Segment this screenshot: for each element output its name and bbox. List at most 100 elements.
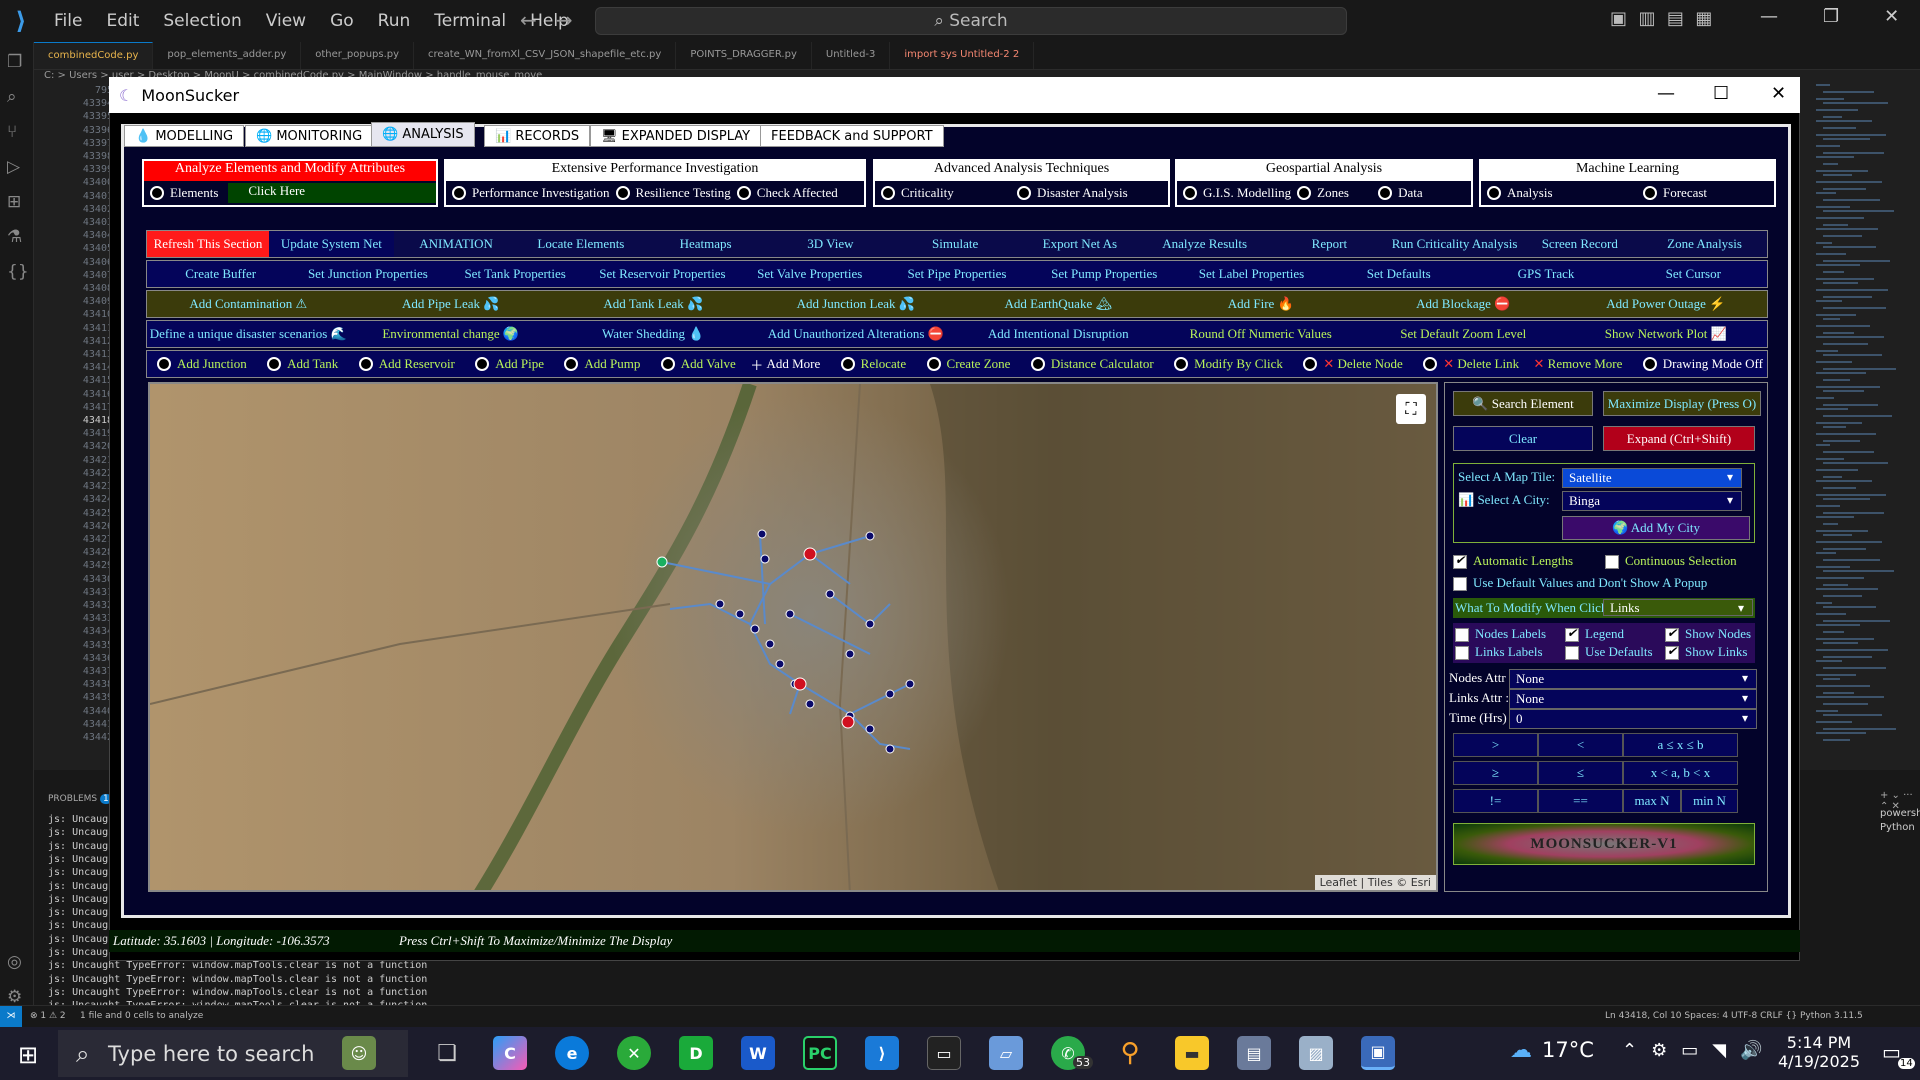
- set-junction-properties-button[interactable]: Set Junction Properties: [294, 266, 441, 282]
- source-control-icon[interactable]: ⑂: [7, 122, 17, 142]
- zone-analysis-button[interactable]: Zone Analysis: [1642, 236, 1767, 252]
- drawing-mode-toggle[interactable]: Drawing Mode Off: [1637, 356, 1763, 372]
- check-affected-radio[interactable]: [736, 186, 751, 200]
- notes-app-icon[interactable]: ▱: [989, 1036, 1023, 1070]
- op-outside[interactable]: x < a, b < x: [1623, 761, 1738, 785]
- op-max-n[interactable]: max N: [1623, 789, 1681, 813]
- xbox-icon[interactable]: ✕: [617, 1036, 651, 1070]
- terminal-list-item[interactable]: powershell: [1880, 808, 1920, 819]
- elements-radio[interactable]: [150, 186, 164, 200]
- editor-tab[interactable]: other_popups.py: [301, 42, 415, 69]
- op-lte[interactable]: ≤: [1538, 761, 1623, 785]
- terminal-list-item[interactable]: Python: [1880, 822, 1915, 833]
- menu-run[interactable]: Run: [366, 11, 423, 31]
- satellite-map[interactable]: ⛶ Leaflet | Tiles © Esri: [148, 382, 1438, 892]
- editor-tab[interactable]: combinedCode.py: [34, 42, 154, 69]
- add-tank-leak-button[interactable]: Add Tank Leak 💦: [552, 296, 755, 312]
- tab-records[interactable]: 📊 RECORDS: [484, 125, 591, 147]
- moonsucker-taskbar-icon[interactable]: ▣: [1361, 1036, 1395, 1070]
- tab-monitoring[interactable]: 🌐 MONITORING: [245, 125, 374, 147]
- file-explorer-icon[interactable]: ▬: [1175, 1036, 1209, 1070]
- close-icon[interactable]: ✕: [1884, 6, 1899, 27]
- create-zone-radio[interactable]: Create Zone: [921, 356, 1010, 372]
- delete-link-radio[interactable]: ✕ Delete Link: [1417, 356, 1519, 372]
- explorer-icon[interactable]: ❐: [7, 52, 22, 72]
- op-between[interactable]: a ≤ x ≤ b: [1623, 733, 1738, 757]
- weather-temp[interactable]: 17°C: [1542, 1038, 1594, 1062]
- remote-icon[interactable]: ⋊: [0, 1006, 22, 1027]
- environmental-change-button[interactable]: Environmental change 🌍: [350, 326, 553, 342]
- search-tool-icon[interactable]: ⚲: [1113, 1036, 1147, 1070]
- map-canvas[interactable]: [150, 384, 1438, 892]
- round-off-button[interactable]: Round Off Numeric Values: [1160, 326, 1363, 342]
- city-select[interactable]: Binga: [1562, 491, 1742, 511]
- distance-calculator-radio[interactable]: Distance Calculator: [1025, 356, 1154, 372]
- gps-track-button[interactable]: GPS Track: [1472, 266, 1619, 282]
- remove-more-button[interactable]: ✕ Remove More: [1534, 356, 1623, 372]
- window-controls[interactable]: — ❐ ✕: [1760, 6, 1899, 27]
- restore-icon[interactable]: ❐: [1823, 6, 1839, 27]
- menu-view[interactable]: View: [254, 11, 318, 31]
- create-buffer-button[interactable]: Create Buffer: [147, 266, 294, 282]
- nav-arrows[interactable]: ← →: [520, 8, 573, 32]
- word-icon[interactable]: W: [741, 1036, 775, 1070]
- add-pipe-leak-button[interactable]: Add Pipe Leak 💦: [350, 296, 553, 312]
- animation-button[interactable]: ANIMATION: [394, 236, 519, 252]
- water-shedding-button[interactable]: Water Shedding 💧: [552, 326, 755, 342]
- default-zoom-button[interactable]: Set Default Zoom Level: [1362, 326, 1565, 342]
- layout-toggle-icons[interactable]: ▣ ▥ ▤ ▦: [1610, 8, 1712, 29]
- unauthorized-alterations-button[interactable]: Add Unauthorized Alterations ⛔: [755, 326, 958, 342]
- tab-expanded-display[interactable]: 🖥 EXPANDED DISPLAY: [590, 125, 762, 147]
- performance-radio[interactable]: [452, 186, 466, 200]
- testing-icon[interactable]: ⚗: [7, 227, 22, 247]
- add-earthquake-button[interactable]: Add EarthQuake 🏔: [957, 296, 1160, 312]
- links-attr-select[interactable]: None: [1509, 689, 1757, 709]
- set-pipe-properties-button[interactable]: Set Pipe Properties: [883, 266, 1030, 282]
- cortana-mascot-icon[interactable]: ☺: [342, 1036, 376, 1070]
- add-tank-radio[interactable]: Add Tank: [261, 356, 338, 372]
- set-defaults-button[interactable]: Set Defaults: [1325, 266, 1472, 282]
- show-network-plot-button[interactable]: Show Network Plot 📈: [1565, 326, 1768, 342]
- gis-radio[interactable]: [1183, 186, 1197, 200]
- ml-analysis-radio[interactable]: [1487, 186, 1501, 200]
- extensions-icon[interactable]: ⊞: [7, 192, 21, 212]
- disaster-radio[interactable]: [1017, 186, 1031, 200]
- app-maximize-icon[interactable]: ☐: [1713, 83, 1729, 104]
- edge-icon[interactable]: e: [555, 1036, 589, 1070]
- use-default-checkbox[interactable]: Use Default Values and Don't Show A Popu…: [1453, 575, 1707, 592]
- op-gt[interactable]: >: [1453, 733, 1538, 757]
- status-right[interactable]: Ln 43418, Col 10 Spaces: 4 UTF-8 CRLF {}…: [1605, 1011, 1863, 1021]
- add-valve-radio[interactable]: Add Valve: [655, 356, 736, 372]
- forecast-radio[interactable]: [1643, 186, 1657, 200]
- set-valve-properties-button[interactable]: Set Valve Properties: [736, 266, 883, 282]
- set-label-properties-button[interactable]: Set Label Properties: [1178, 266, 1325, 282]
- network-tank[interactable]: [656, 556, 668, 568]
- menu-edit[interactable]: Edit: [94, 11, 151, 31]
- set-reservoir-properties-button[interactable]: Set Reservoir Properties: [589, 266, 736, 282]
- set-tank-properties-button[interactable]: Set Tank Properties: [442, 266, 589, 282]
- menu-terminal[interactable]: Terminal: [422, 11, 518, 31]
- map-attribution[interactable]: Leaflet | Tiles © Esri: [1314, 875, 1436, 890]
- search-element-button[interactable]: 🔍 Search Element: [1453, 391, 1593, 416]
- tab-analysis[interactable]: 🌐 ANALYSIS: [371, 122, 475, 147]
- run-debug-icon[interactable]: ▷: [7, 157, 20, 177]
- add-blockage-button[interactable]: Add Blockage ⛔: [1362, 296, 1565, 312]
- data-radio[interactable]: [1378, 186, 1393, 200]
- op-lt[interactable]: <: [1538, 733, 1623, 757]
- nodes-labels-checkbox[interactable]: Nodes Labels: [1455, 626, 1546, 643]
- task-view-icon[interactable]: ❏: [430, 1036, 464, 1070]
- op-eq[interactable]: ==: [1538, 789, 1623, 813]
- add-more-button[interactable]: ＋ Add More: [750, 355, 820, 374]
- add-reservoir-radio[interactable]: Add Reservoir: [353, 356, 455, 372]
- map-tile-select[interactable]: Satellite: [1562, 468, 1742, 488]
- clock[interactable]: 5:14 PM 4/19/2025: [1774, 1033, 1864, 1071]
- add-junction-leak-button[interactable]: Add Junction Leak 💦: [755, 296, 958, 312]
- menu-go[interactable]: Go: [318, 11, 366, 31]
- refresh-section-button[interactable]: Refresh This Section: [147, 231, 269, 257]
- 3d-view-button[interactable]: 3D View: [768, 236, 893, 252]
- app-close-icon[interactable]: ✕: [1771, 83, 1786, 104]
- criticality-radio[interactable]: [881, 186, 895, 200]
- add-my-city-button[interactable]: 🌍 Add My City: [1562, 516, 1750, 540]
- show-links-checkbox[interactable]: Show Links: [1665, 644, 1747, 661]
- image-viewer-icon[interactable]: ▨: [1299, 1036, 1333, 1070]
